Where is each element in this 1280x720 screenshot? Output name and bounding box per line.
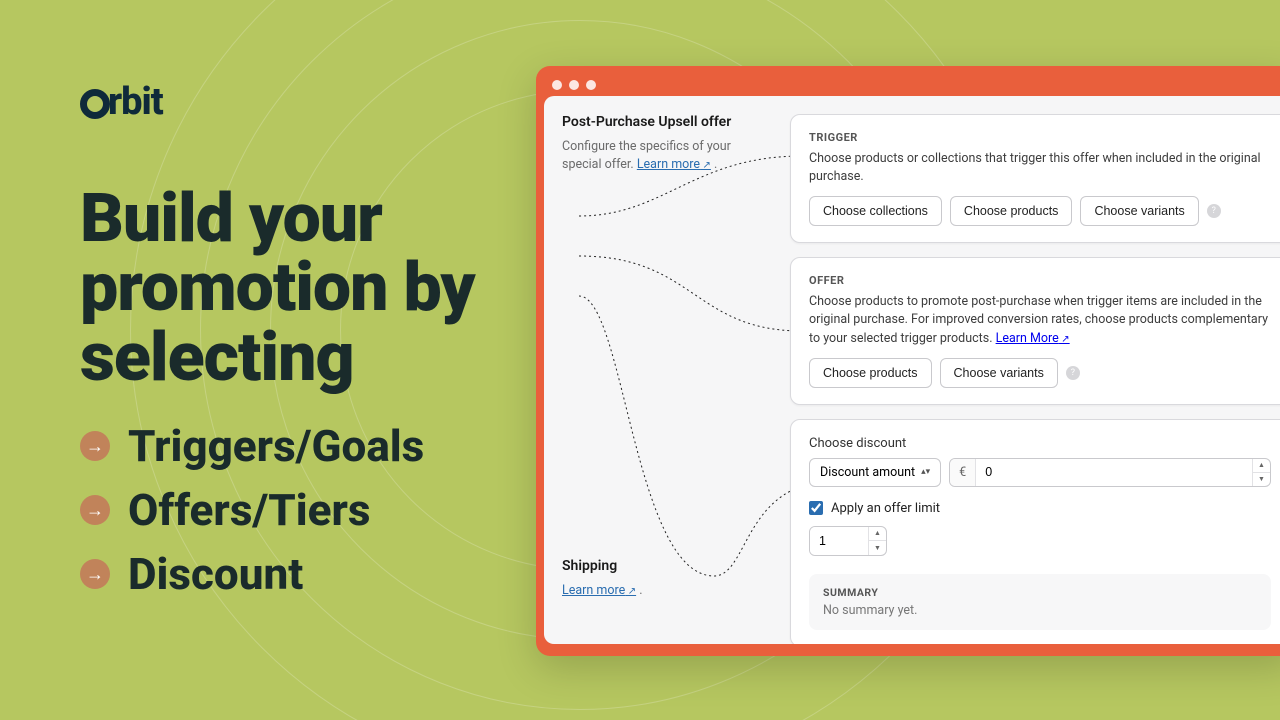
apply-limit-box[interactable] xyxy=(809,501,823,515)
shipping-learn-link[interactable]: Learn more xyxy=(562,583,636,598)
chevron-updown-icon: ▴▾ xyxy=(921,467,930,477)
offer-desc: Choose products to promote post-purchase… xyxy=(809,293,1271,347)
shipping-heading: Shipping xyxy=(562,558,762,574)
apply-limit-checkbox[interactable]: Apply an offer limit xyxy=(809,501,1271,516)
currency-prefix: € xyxy=(950,459,976,486)
app-window: Post-Purchase Upsell offer Configure the… xyxy=(536,66,1280,656)
offer-choose-variants-button[interactable]: Choose variants xyxy=(940,358,1058,388)
offer-label: OFFER xyxy=(809,274,1271,287)
offer-learn-link[interactable]: Learn More xyxy=(996,331,1070,346)
learn-more-link[interactable]: Learn more xyxy=(637,157,711,172)
headline: Build your promotion by selecting xyxy=(80,184,550,392)
brand-logo: rbit xyxy=(80,80,550,124)
summary-label: SUMMARY xyxy=(823,586,1257,599)
help-icon[interactable]: ? xyxy=(1066,366,1080,380)
brand-text: rbit xyxy=(108,80,163,124)
arrow-icon: → xyxy=(80,495,110,525)
discount-card: Choose discount Discount amount ▴▾ € ▲▼ xyxy=(790,419,1280,644)
offer-title: Post-Purchase Upsell offer xyxy=(562,114,762,130)
arrow-icon: → xyxy=(80,559,110,589)
stepper-icon[interactable]: ▲▼ xyxy=(868,527,886,555)
trigger-label: TRIGGER xyxy=(809,131,1271,144)
discount-type-select[interactable]: Discount amount ▴▾ xyxy=(809,458,941,487)
offer-limit-field[interactable] xyxy=(810,527,868,555)
cards-column: TRIGGER Choose products or collections t… xyxy=(790,114,1280,644)
offer-desc: Configure the specifics of your special … xyxy=(562,138,762,174)
summary-block: SUMMARY No summary yet. xyxy=(809,574,1271,630)
bullet-list: →Triggers/Goals →Offers/Tiers →Discount xyxy=(80,420,550,600)
offer-limit-input[interactable]: ▲▼ xyxy=(809,526,887,556)
traffic-close-icon[interactable] xyxy=(552,80,562,90)
bullet-triggers: →Triggers/Goals xyxy=(80,420,550,472)
stepper-icon[interactable]: ▲▼ xyxy=(1252,459,1270,486)
traffic-min-icon[interactable] xyxy=(569,80,579,90)
help-icon[interactable]: ? xyxy=(1207,204,1221,218)
choose-products-button[interactable]: Choose products xyxy=(950,196,1073,226)
arrow-icon: → xyxy=(80,431,110,461)
choose-collections-button[interactable]: Choose collections xyxy=(809,196,942,226)
sidebar: Post-Purchase Upsell offer Configure the… xyxy=(562,114,762,644)
traffic-max-icon[interactable] xyxy=(586,80,596,90)
discount-amount-field[interactable] xyxy=(976,459,1252,486)
bullet-discount: →Discount xyxy=(80,548,550,600)
offer-choose-products-button[interactable]: Choose products xyxy=(809,358,932,388)
trigger-desc: Choose products or collections that trig… xyxy=(809,150,1271,186)
discount-amount-input[interactable]: € ▲▼ xyxy=(949,458,1271,487)
offer-card: OFFER Choose products to promote post-pu… xyxy=(790,257,1280,404)
summary-value: No summary yet. xyxy=(823,603,1257,618)
app-pane: Post-Purchase Upsell offer Configure the… xyxy=(544,96,1280,644)
logo-mark-icon xyxy=(80,89,110,119)
choose-variants-button[interactable]: Choose variants xyxy=(1080,196,1198,226)
sidebar-shipping: Shipping Learn more . xyxy=(562,558,762,600)
window-titlebar xyxy=(544,74,1280,96)
bullet-offers: →Offers/Tiers xyxy=(80,484,550,536)
marketing-column: rbit Build your promotion by selecting →… xyxy=(80,80,550,612)
trigger-card: TRIGGER Choose products or collections t… xyxy=(790,114,1280,243)
choose-discount-label: Choose discount xyxy=(809,436,1271,451)
